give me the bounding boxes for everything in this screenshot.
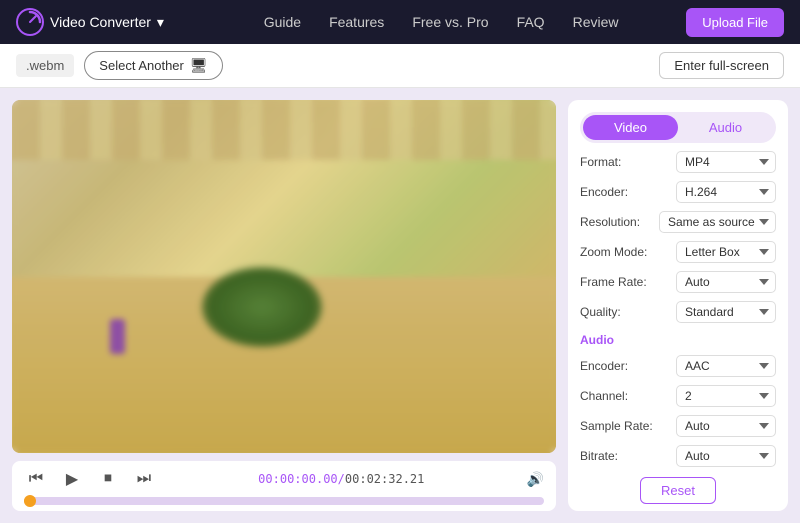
bitrate-label: Bitrate: — [580, 449, 618, 463]
time-separator: / — [338, 472, 345, 486]
bitrate-field: Bitrate: Auto 128k 192k 320k — [580, 445, 776, 467]
time-display: 00:00:00.00 / 00:02:32.21 — [258, 472, 424, 486]
video-preview — [12, 100, 556, 453]
play-button[interactable]: ▶ — [60, 467, 84, 491]
select-another-label: Select Another — [99, 58, 184, 73]
quality-select[interactable]: Standard High Low — [676, 301, 776, 323]
frame-rate-field: Frame Rate: Auto 24 30 60 — [580, 271, 776, 293]
video-frame — [12, 100, 556, 453]
format-label: Format: — [580, 155, 621, 169]
logo-text: Video Converter — [50, 14, 151, 30]
sample-rate-select[interactable]: Auto 44100 48000 — [676, 415, 776, 437]
header: Video Converter ▾ Guide Features Free vs… — [0, 0, 800, 44]
frame-rate-select[interactable]: Auto 24 30 60 — [676, 271, 776, 293]
encoder-field: Encoder: H.264 H.265 VP9 — [580, 181, 776, 203]
quality-field: Quality: Standard High Low — [580, 301, 776, 323]
volume-button[interactable]: 🔊 — [527, 471, 544, 488]
encoder-label: Encoder: — [580, 185, 628, 199]
nav-guide[interactable]: Guide — [264, 14, 301, 30]
tab-row: Video Audio — [580, 112, 776, 143]
video-panel: ⏮ ▶ ⏹ ⏭ 00:00:00.00 / 00:02:32.21 🔊 — [0, 88, 568, 523]
audio-encoder-select[interactable]: AAC MP3 AC3 — [676, 355, 776, 377]
zoom-mode-select[interactable]: Letter Box Pan & Scan Full — [676, 241, 776, 263]
resolution-label: Resolution: — [580, 215, 640, 229]
stop-button[interactable]: ⏹ — [96, 467, 120, 491]
encoder-select[interactable]: H.264 H.265 VP9 — [676, 181, 776, 203]
format-field: Format: MP4 MKV AVI MOV — [580, 151, 776, 173]
logo-icon — [16, 8, 44, 36]
upload-file-button[interactable]: Upload File — [686, 8, 784, 37]
forward-button[interactable]: ⏭ — [132, 467, 156, 491]
zoom-mode-label: Zoom Mode: — [580, 245, 647, 259]
tab-video[interactable]: Video — [583, 115, 678, 140]
bitrate-select[interactable]: Auto 128k 192k 320k — [676, 445, 776, 467]
quality-label: Quality: — [580, 305, 621, 319]
frame-rate-label: Frame Rate: — [580, 275, 647, 289]
audio-encoder-field: Encoder: AAC MP3 AC3 — [580, 355, 776, 377]
time-current: 00:00:00.00 — [258, 472, 337, 486]
progress-handle[interactable] — [24, 495, 36, 507]
select-another-button[interactable]: Select Another 🖥 — [84, 51, 222, 80]
playback-buttons: ⏮ ▶ ⏹ ⏭ — [24, 467, 156, 491]
progress-filled — [24, 497, 32, 505]
resolution-select[interactable]: Same as source 1920x1080 1280x720 854x48… — [659, 211, 776, 233]
logo[interactable]: Video Converter ▾ — [16, 8, 164, 36]
fullscreen-button[interactable]: Enter full-screen — [659, 52, 784, 79]
toolbar: .webm Select Another 🖥 Enter full-screen — [0, 44, 800, 88]
main-nav: Guide Features Free vs. Pro FAQ Review — [196, 14, 686, 30]
format-select[interactable]: MP4 MKV AVI MOV — [676, 151, 776, 173]
nav-free-vs-pro[interactable]: Free vs. Pro — [412, 14, 488, 30]
controls-bar: ⏮ ▶ ⏹ ⏭ 00:00:00.00 / 00:02:32.21 🔊 — [12, 461, 556, 511]
audio-section-label: Audio — [580, 333, 776, 347]
nav-faq[interactable]: FAQ — [517, 14, 545, 30]
time-total: 00:02:32.21 — [345, 472, 424, 486]
controls-row: ⏮ ▶ ⏹ ⏭ 00:00:00.00 / 00:02:32.21 🔊 — [24, 467, 544, 491]
monitor-icon: 🖥 — [190, 57, 208, 74]
progress-bar[interactable] — [24, 497, 544, 505]
zoom-mode-field: Zoom Mode: Letter Box Pan & Scan Full — [580, 241, 776, 263]
tab-audio[interactable]: Audio — [678, 115, 773, 140]
channel-select[interactable]: 2 1 6 — [676, 385, 776, 407]
logo-dropdown-icon[interactable]: ▾ — [157, 14, 164, 31]
toolbar-left: .webm Select Another 🖥 — [16, 51, 223, 80]
nav-review[interactable]: Review — [573, 14, 619, 30]
channel-label: Channel: — [580, 389, 628, 403]
blur-overlay — [12, 100, 556, 453]
rewind-button[interactable]: ⏮ — [24, 467, 48, 491]
resolution-field: Resolution: Same as source 1920x1080 128… — [580, 211, 776, 233]
nav-features[interactable]: Features — [329, 14, 384, 30]
audio-encoder-label: Encoder: — [580, 359, 628, 373]
channel-field: Channel: 2 1 6 — [580, 385, 776, 407]
reset-button[interactable]: Reset — [640, 477, 716, 504]
file-name-label: .webm — [16, 54, 74, 77]
main-content: ⏮ ▶ ⏹ ⏭ 00:00:00.00 / 00:02:32.21 🔊 — [0, 88, 800, 523]
settings-panel: Video Audio Format: MP4 MKV AVI MOV Enco… — [568, 100, 788, 511]
sample-rate-field: Sample Rate: Auto 44100 48000 — [580, 415, 776, 437]
sample-rate-label: Sample Rate: — [580, 419, 653, 433]
